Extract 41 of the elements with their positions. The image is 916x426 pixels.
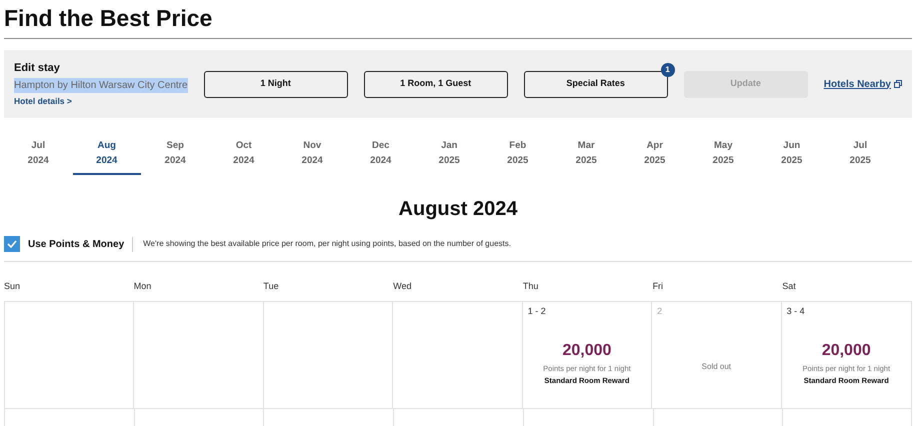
month-tab[interactable]: Mar 2025 [552,138,620,175]
points-price: 20,000 [562,340,612,360]
stay-option-button[interactable]: 1 Night [204,70,348,98]
month-tab[interactable]: Aug 2024 [72,138,141,175]
month-tab[interactable]: Feb 2025 [484,138,552,175]
checkbox-label: Use Points & Money [28,236,134,252]
checkmark-icon [7,240,17,248]
external-window-icon [894,80,902,88]
month-tab[interactable]: Apr 2025 [620,138,689,175]
weekday-label: Wed [393,280,412,293]
stay-option-button[interactable]: Special Rates [524,70,668,98]
weekday-label: Thu [522,280,540,293]
section-heading: Edit stay [14,60,61,76]
weekday-label: Sat [782,280,797,293]
date-range: 2 [657,306,662,316]
weekday-label: Mon [134,280,152,293]
page-title: Find the Best Price [4,4,214,33]
month-tab[interactable]: Jul 2025 [826,138,894,175]
calendar-title: August 2024 [398,199,518,219]
month-tab[interactable]: Dec 2024 [346,138,415,175]
month-tab[interactable]: May 2025 [689,138,758,175]
month-tab[interactable]: Nov 2024 [278,138,346,175]
points-note: We're showing the best available price per room, per night using points, based on the number of guests. [143,238,511,250]
date-range: 1 - 2 [528,306,546,316]
date-range: 3 - 4 [786,306,805,316]
weekday-label: Fri [652,280,664,293]
count-badge: 1 [660,63,675,78]
hotel-name: Hampton by Hilton Warsaw City Centre [14,78,188,94]
weekday-label: Sun [4,280,22,293]
sold-out-label: Sold out [702,360,732,372]
month-tab[interactable]: Jun 2025 [758,138,826,175]
month-tab[interactable]: Jan 2025 [415,138,484,175]
points-price: 20,000 [822,340,871,360]
month-tab[interactable]: Oct 2024 [210,138,278,175]
hotel-details-link[interactable]: Hotel details > [14,95,188,108]
weekday-label: Tue [263,280,280,293]
hotels-nearby-link[interactable]: Hotels Nearby [824,76,902,92]
month-tab[interactable]: Sep 2024 [141,138,210,175]
stay-option-button[interactable]: 1 Room, 1 Guest [364,70,508,98]
month-tab[interactable]: Jul 2024 [4,138,72,175]
checkbox[interactable] [4,236,20,252]
